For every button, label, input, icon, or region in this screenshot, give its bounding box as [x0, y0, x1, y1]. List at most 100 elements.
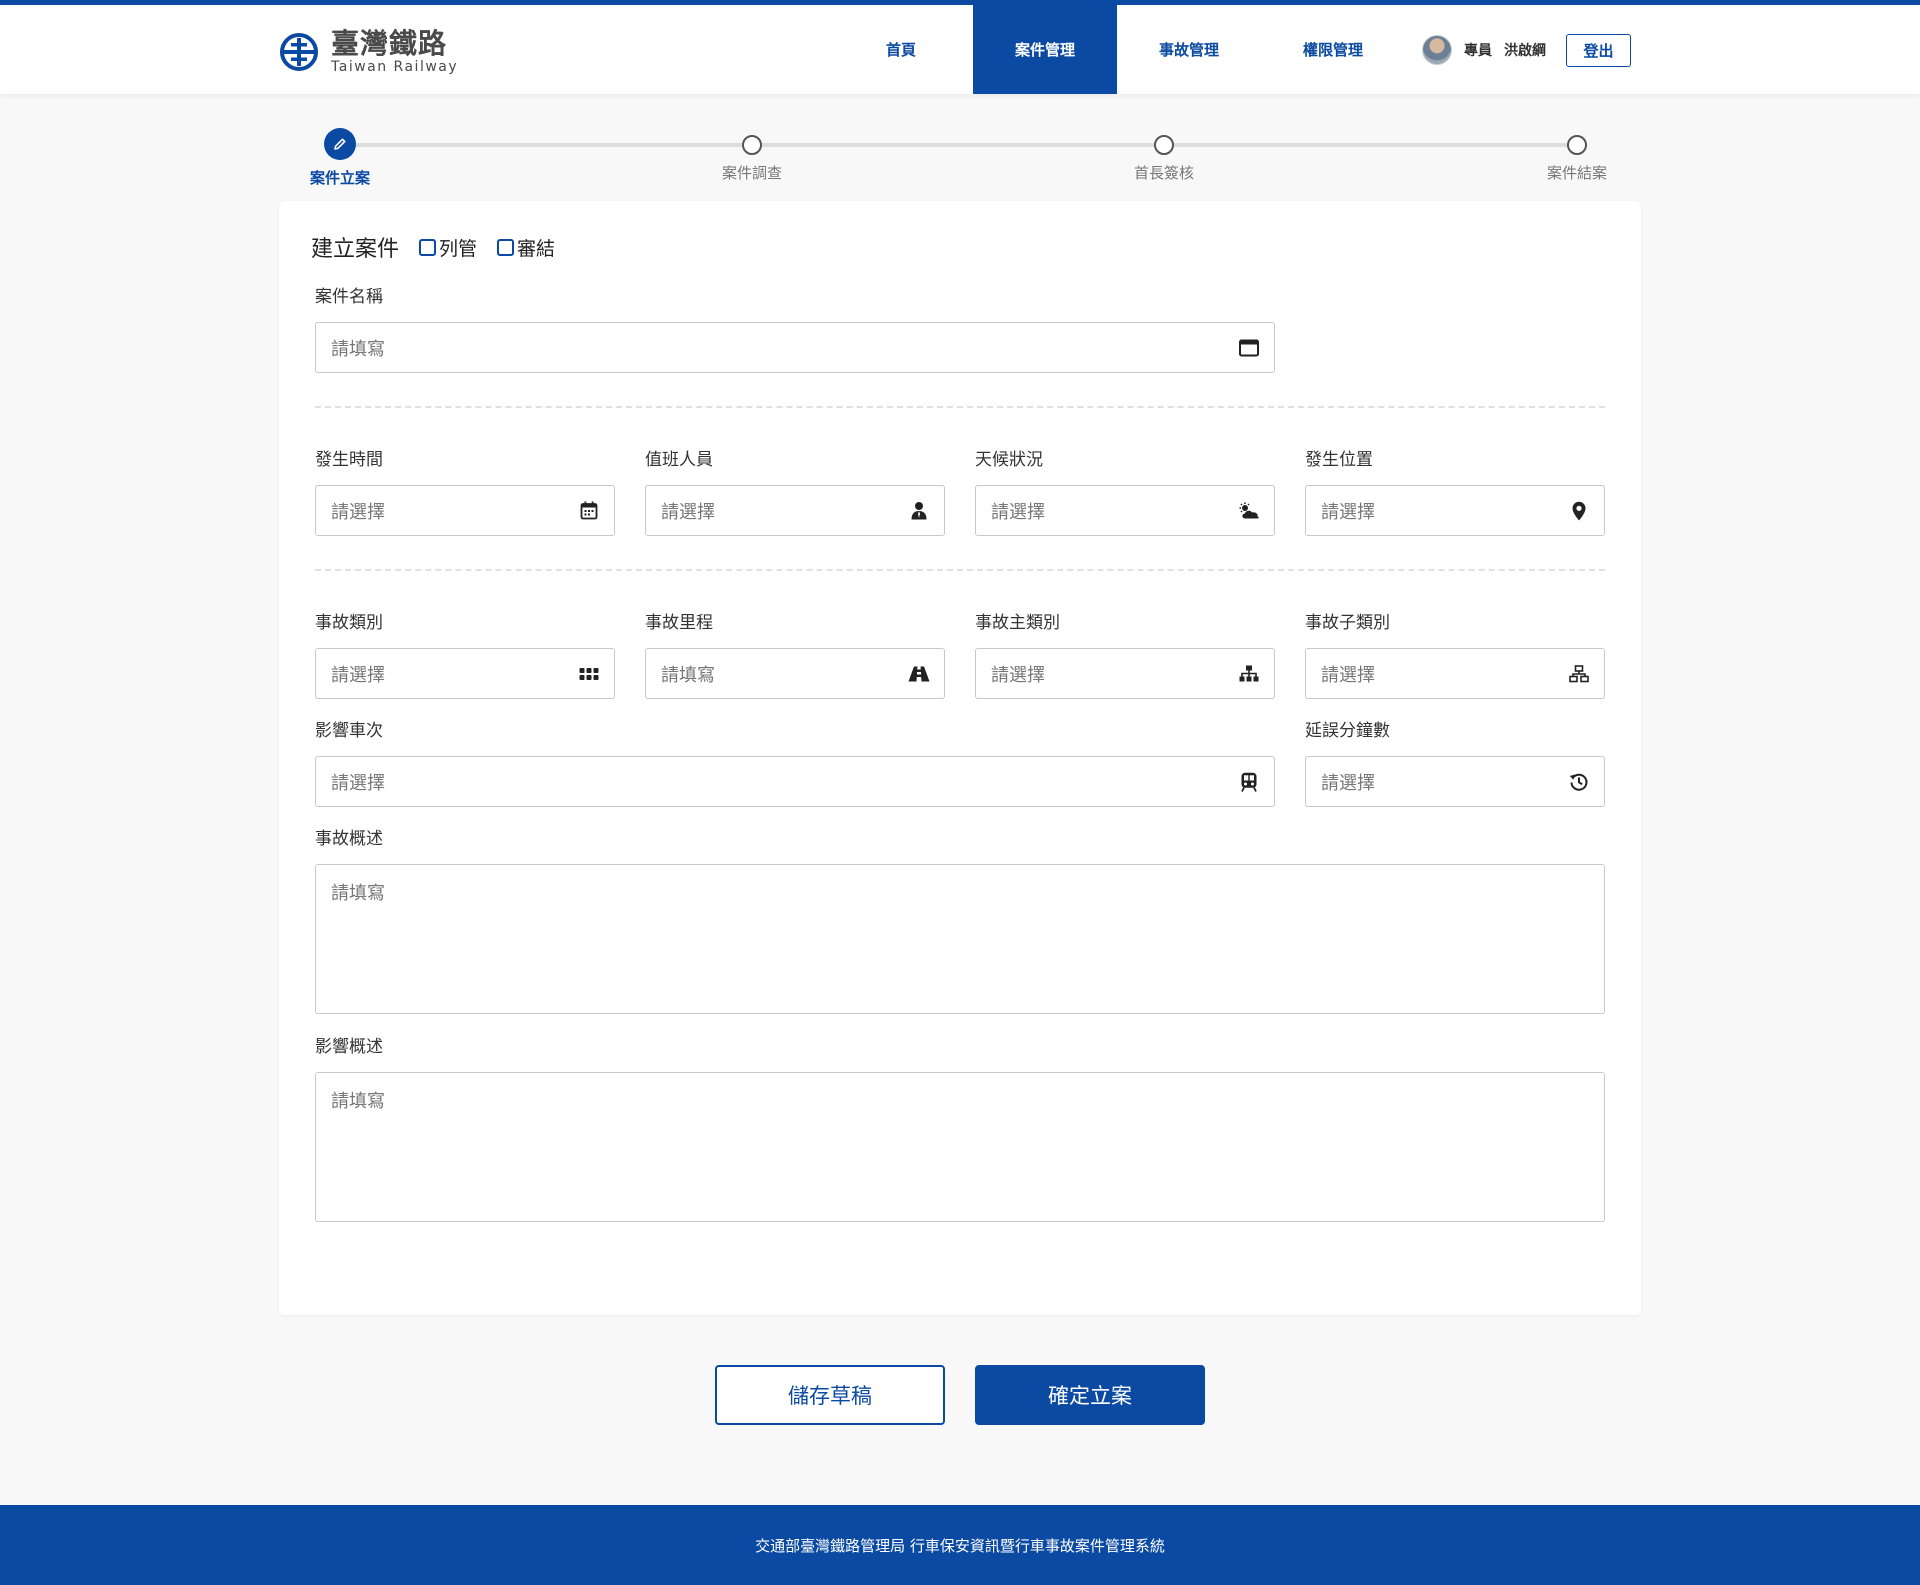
location-label: 發生位置 [1305, 450, 1373, 470]
save-draft-button[interactable]: 儲存草稿 [715, 1365, 945, 1425]
checkbox-reviewed[interactable]: 審結 [497, 234, 555, 261]
affected-trains-select[interactable]: 請選擇 [315, 756, 1275, 807]
duty-staff-select[interactable]: 請選擇 [645, 485, 945, 536]
checkbox-reviewed-box[interactable] [497, 238, 515, 256]
pencil-icon [334, 138, 346, 150]
field-accident-mileage: 事故里程 請填寫 [645, 612, 945, 699]
nav-case-management[interactable]: 案件管理 [973, 5, 1117, 94]
case-name-label: 案件名稱 [315, 287, 383, 307]
step-active-indicator [324, 128, 356, 160]
field-affected-trains: 影響車次 請選擇 [315, 720, 1275, 807]
step-pending-indicator [1567, 135, 1587, 155]
weather-select[interactable]: 請選擇 [975, 485, 1275, 536]
duty-staff-placeholder: 請選擇 [661, 501, 715, 523]
checkbox-tracked[interactable]: 列管 [419, 234, 477, 261]
occur-time-select[interactable]: 請選擇 [315, 485, 615, 536]
card-header: 建立案件 列管 審結 [311, 231, 555, 263]
step-label: 案件結案 [1546, 164, 1607, 182]
network-icon [1568, 663, 1590, 685]
create-case-card: 建立案件 列管 審結 案件名稱 請填寫 發生時間 請選擇 值班人員 請選擇 天候… [279, 201, 1641, 1315]
progress-stepper: 案件立案 案件調查 首長簽核 案件結案 [279, 128, 1639, 188]
accident-summary-textarea[interactable]: 請填寫 [315, 864, 1605, 1014]
avatar[interactable] [1422, 35, 1452, 65]
field-accident-main-type: 事故主類別 請選擇 [975, 612, 1275, 699]
field-accident-type: 事故類別 請選擇 [315, 612, 615, 699]
field-accident-summary: 事故概述 請填寫 [315, 828, 1605, 1014]
location-select[interactable]: 請選擇 [1305, 485, 1605, 536]
field-impact-summary: 影響概述 請填寫 [315, 1036, 1605, 1222]
logo-english-name: Taiwan Railway [331, 59, 459, 75]
logout-button[interactable]: 登出 [1566, 33, 1631, 67]
delay-minutes-select[interactable]: 請選擇 [1305, 756, 1605, 807]
logo[interactable]: 臺灣鐵路 Taiwan Railway [279, 27, 458, 77]
accident-mileage-input[interactable]: 請填寫 [645, 648, 945, 699]
hierarchy-icon [1238, 663, 1260, 685]
calendar-icon [578, 500, 600, 522]
cloud-sun-icon [1238, 500, 1260, 522]
step-label: 案件調查 [721, 164, 782, 182]
affected-trains-placeholder: 請選擇 [331, 772, 385, 794]
footer-text: 交通部臺灣鐵路管理局 行車保安資訊暨行車事故案件管理系統 [755, 1536, 1165, 1555]
occur-time-label: 發生時間 [315, 450, 383, 470]
step-label: 首長簽核 [1133, 164, 1194, 182]
weather-label: 天候狀況 [975, 450, 1043, 470]
accident-type-select[interactable]: 請選擇 [315, 648, 615, 699]
accident-main-type-select[interactable]: 請選擇 [975, 648, 1275, 699]
impact-summary-placeholder: 請填寫 [331, 1091, 385, 1112]
field-case-name: 案件名稱 請填寫 [315, 286, 1275, 373]
accident-sub-type-label: 事故子類別 [1305, 613, 1390, 633]
duty-staff-label: 值班人員 [645, 450, 713, 470]
section-divider [315, 569, 1605, 571]
grid-icon [578, 663, 600, 685]
impact-summary-textarea[interactable]: 請填寫 [315, 1072, 1605, 1222]
location-placeholder: 請選擇 [1321, 501, 1375, 523]
road-icon [908, 663, 930, 685]
case-name-placeholder: 請填寫 [331, 338, 385, 360]
weather-placeholder: 請選擇 [991, 501, 1045, 523]
accident-type-label: 事故類別 [315, 613, 383, 633]
step-pending-indicator [1154, 135, 1174, 155]
accident-main-type-placeholder: 請選擇 [991, 664, 1045, 686]
nav-permission-management[interactable]: 權限管理 [1261, 5, 1405, 94]
accident-type-placeholder: 請選擇 [331, 664, 385, 686]
accident-summary-label: 事故概述 [315, 829, 383, 849]
accident-sub-type-placeholder: 請選擇 [1321, 664, 1375, 686]
taiwan-railway-logo-icon [280, 33, 318, 71]
map-pin-icon [1568, 500, 1590, 522]
accident-sub-type-select[interactable]: 請選擇 [1305, 648, 1605, 699]
step-case-filing: 案件立案 [280, 128, 400, 188]
checkbox-reviewed-label: 審結 [517, 237, 556, 260]
window-icon [1238, 337, 1260, 359]
train-icon [1238, 771, 1260, 793]
checkbox-tracked-box[interactable] [419, 238, 437, 256]
user-role: 專員 [1464, 43, 1492, 59]
field-weather: 天候狀況 請選擇 [975, 449, 1275, 536]
footer: 交通部臺灣鐵路管理局 行車保安資訊暨行車事故案件管理系統 [0, 1505, 1920, 1585]
accident-mileage-placeholder: 請填寫 [661, 664, 715, 686]
field-location: 發生位置 請選擇 [1305, 449, 1605, 536]
accident-main-type-label: 事故主類別 [975, 613, 1060, 633]
accident-mileage-label: 事故里程 [645, 613, 713, 633]
history-icon [1568, 771, 1590, 793]
user-area: 專員 洪啟綱 登出 [1422, 33, 1631, 67]
stepper-track [340, 143, 1576, 147]
step-case-closing: 案件結案 [1517, 128, 1637, 183]
step-label: 案件立案 [309, 169, 370, 187]
impact-summary-label: 影響概述 [315, 1037, 383, 1057]
confirm-case-button[interactable]: 確定立案 [975, 1365, 1205, 1425]
section-divider [315, 406, 1605, 408]
step-case-investigation: 案件調查 [692, 128, 812, 183]
field-occur-time: 發生時間 請選擇 [315, 449, 615, 536]
user-name: 洪啟綱 [1504, 43, 1546, 59]
field-delay-minutes: 延誤分鐘數 請選擇 [1305, 720, 1605, 807]
form-actions: 儲存草稿 確定立案 [715, 1365, 1205, 1425]
case-name-input[interactable]: 請填寫 [315, 322, 1275, 373]
step-chief-approval: 首長簽核 [1104, 128, 1224, 183]
occur-time-placeholder: 請選擇 [331, 501, 385, 523]
step-pending-indicator [742, 135, 762, 155]
nav-home[interactable]: 首頁 [829, 5, 973, 94]
delay-minutes-label: 延誤分鐘數 [1305, 721, 1390, 741]
accident-summary-placeholder: 請填寫 [331, 883, 385, 904]
nav-accident-management[interactable]: 事故管理 [1117, 5, 1261, 94]
delay-minutes-placeholder: 請選擇 [1321, 772, 1375, 794]
